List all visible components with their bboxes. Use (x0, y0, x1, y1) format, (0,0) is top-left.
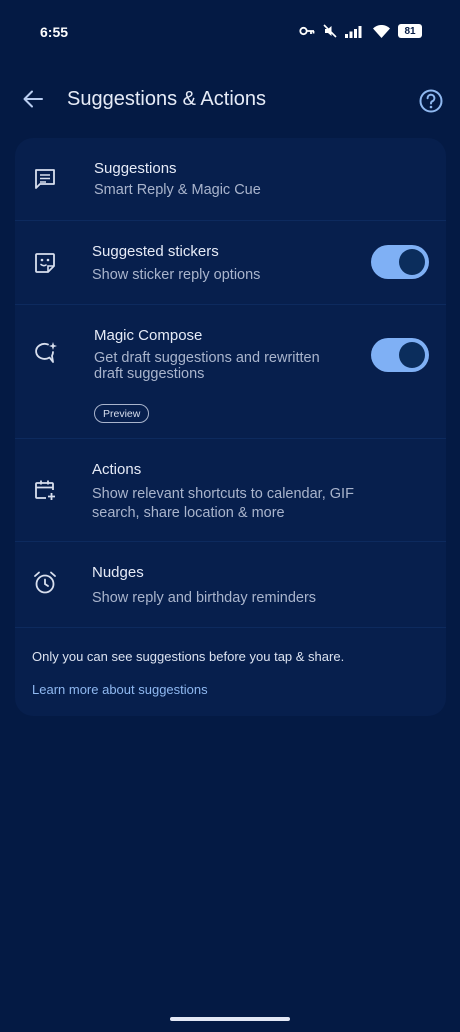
help-button[interactable] (418, 88, 444, 114)
calendar-add-icon (31, 476, 59, 504)
magic-compose-toggle[interactable] (371, 338, 429, 372)
nudges-title: Nudges (92, 564, 144, 581)
settings-card: Suggestions Smart Reply & Magic Cue Sugg… (15, 138, 446, 716)
suggested-stickers-subtitle: Show sticker reply options (92, 267, 261, 283)
sparkle-chat-icon (31, 339, 59, 367)
magic-compose-subtitle-line1: Get draft suggestions and rewritten (94, 350, 320, 366)
arrow-back-icon (23, 90, 43, 113)
suggested-stickers-row[interactable]: Suggested stickers Show sticker reply op… (15, 221, 446, 305)
suggestions-subtitle: Smart Reply & Magic Cue (94, 182, 261, 198)
message-lines-icon (31, 165, 59, 193)
suggestions-title: Suggestions (94, 160, 177, 177)
magic-compose-title: Magic Compose (94, 327, 203, 344)
learn-more-link[interactable]: Learn more about suggestions (32, 682, 208, 697)
magic-compose-row[interactable]: Magic Compose Get draft suggestions and … (15, 305, 446, 439)
alarm-icon (31, 569, 59, 597)
toggle-knob (399, 342, 425, 368)
home-indicator[interactable] (170, 1017, 290, 1021)
sticker-icon (31, 249, 59, 277)
suggested-stickers-title: Suggested stickers (92, 243, 219, 260)
help-icon (418, 89, 444, 118)
screen: 6:55 81 Suggestions & Actions Suggestion… (0, 0, 460, 1032)
actions-title: Actions (92, 461, 142, 478)
actions-subtitle-line2: search, share location & more (92, 505, 285, 521)
signal-icon (345, 25, 365, 38)
key-icon (299, 25, 315, 37)
actions-row[interactable]: Actions Show relevant shortcuts to calen… (15, 439, 446, 542)
privacy-note: Only you can see suggestions before you … (32, 649, 345, 664)
status-bar: 6:55 81 (0, 0, 460, 66)
page-title: Suggestions & Actions (67, 88, 267, 110)
magic-compose-subtitle-line2: draft suggestions (94, 366, 205, 382)
preview-badge: Preview (94, 404, 150, 423)
status-icons: 81 (299, 24, 422, 38)
suggested-stickers-toggle[interactable] (371, 245, 429, 279)
status-time: 6:55 (40, 24, 69, 40)
back-button[interactable] (16, 84, 50, 118)
toggle-knob (399, 249, 425, 275)
top-app-bar: Suggestions & Actions (0, 78, 460, 124)
battery-icon: 81 (398, 24, 422, 38)
actions-subtitle-line1: Show relevant shortcuts to calendar, GIF (92, 486, 354, 502)
nudges-subtitle: Show reply and birthday reminders (92, 590, 317, 606)
suggestions-row[interactable]: Suggestions Smart Reply & Magic Cue (15, 138, 446, 221)
wifi-icon (373, 24, 390, 38)
mute-icon (323, 24, 337, 38)
nudges-row[interactable]: Nudges Show reply and birthday reminders (15, 542, 446, 628)
